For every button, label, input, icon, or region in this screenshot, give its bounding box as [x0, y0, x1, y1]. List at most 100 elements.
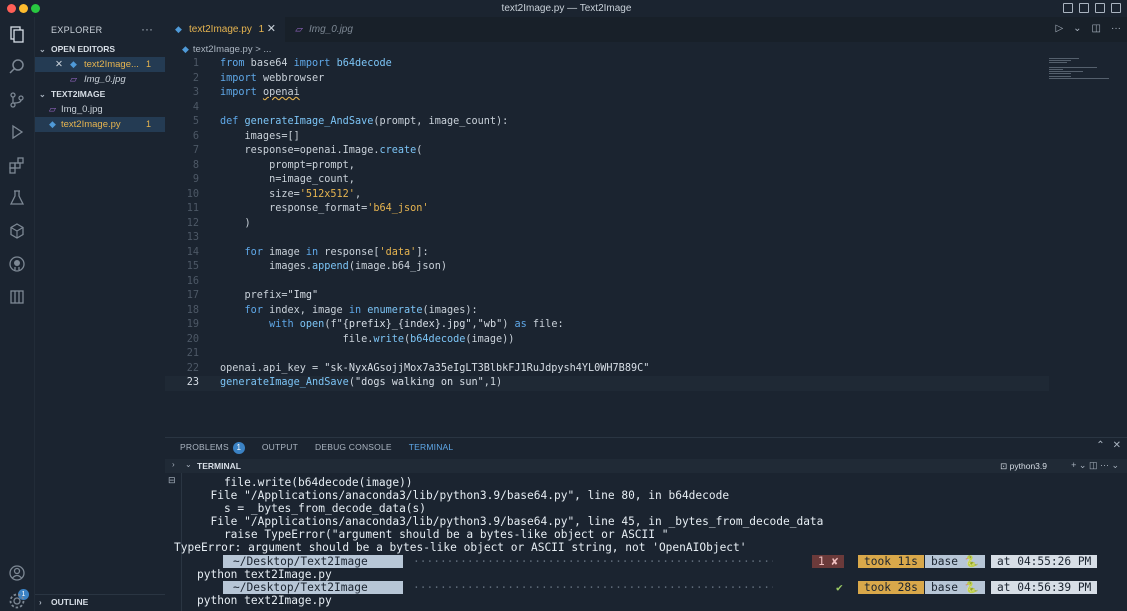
more-actions-icon[interactable]: ··· — [1111, 23, 1121, 34]
outline-section[interactable]: › OUTLINE — [35, 594, 165, 609]
python-file-icon: ◆ — [182, 44, 189, 54]
code-line: 2 import webbrowser — [192, 72, 325, 84]
terminal-shell-selector[interactable]: ⊡ python3.9 — [1000, 461, 1047, 472]
terminal-icon: ⊡ — [1000, 461, 1010, 471]
tab-problems[interactable]: PROBLEMS 1 — [180, 442, 245, 454]
extensions-icon[interactable] — [7, 156, 27, 176]
toggle-panel-icon[interactable] — [1079, 3, 1089, 13]
panel-controls: ⌃ ✕ — [1096, 440, 1121, 451]
remote-explorer-icon[interactable] — [7, 222, 27, 242]
problem-count: 1 — [145, 59, 151, 69]
customize-layout-icon[interactable] — [1111, 3, 1121, 13]
code-line: 9 n=image_count, — [192, 174, 355, 185]
containers-icon[interactable] — [7, 288, 27, 308]
layout-controls — [1063, 3, 1121, 13]
duration-badge: took 11s — [858, 554, 924, 568]
explorer-icon[interactable] — [7, 25, 27, 45]
file-label: Img_0.jpg — [61, 104, 103, 115]
settings-gear-icon[interactable] — [7, 592, 27, 611]
code-line: 11 response_format='b64_json' — [186, 203, 429, 214]
chevron-down-icon: ⌄ — [39, 90, 46, 99]
prompt-filler: ········································… — [413, 580, 773, 594]
run-debug-icon[interactable] — [7, 123, 27, 143]
window-title: text2Image.py — Text2Image — [501, 3, 632, 14]
terminal-label: TERMINAL — [197, 461, 241, 471]
terminal-output[interactable]: file.write(b64decode(image)) File "/Appl… — [174, 476, 1117, 607]
close-icon[interactable]: ✕ — [55, 57, 63, 72]
code-line: 12 ) — [186, 217, 251, 229]
problem-count: 1 — [145, 119, 151, 129]
image-file-icon: ▱ — [70, 74, 77, 84]
problems-badge: 1 — [232, 442, 245, 454]
close-panel-icon[interactable]: ✕ — [1113, 440, 1121, 451]
prompt-line: ~/Desktop/Text2Image ···················… — [223, 580, 1117, 594]
terminal-tab-icon[interactable]: ⊟ — [168, 475, 176, 486]
code-line: 15 images.append(image.b64_json) — [186, 261, 447, 272]
editor-area: ◆ text2Image.py 1 ✕ ▱ Img_0.jpg ▷ ⌄ ◫ ··… — [165, 17, 1127, 437]
terminal-line: s = _bytes_from_decode_data(s) — [197, 502, 427, 516]
panel-tabs: PROBLEMS 1 OUTPUT DEBUG CONSOLE TERMINAL — [180, 442, 453, 454]
prompt-line: ~/Desktop/Text2Image ···················… — [223, 554, 1117, 568]
maximize-panel-icon[interactable]: ⌃ — [1096, 440, 1104, 451]
exit-status-badge: ✔ — [836, 580, 843, 594]
code-line: 6 images=[] — [192, 130, 300, 142]
run-dropdown-icon[interactable]: ⌄ — [1073, 23, 1081, 34]
duration-badge: took 28s — [858, 580, 924, 594]
code-line: 17 prefix="Img" — [186, 290, 319, 301]
file-label: text2Image.py — [61, 119, 121, 130]
tab-img0-jpg[interactable]: ▱ Img_0.jpg — [285, 17, 390, 42]
open-editor-item-text2image[interactable]: ✕ ◆ text2Image... 1 — [35, 57, 165, 72]
split-editor-icon[interactable]: ◫ — [1092, 23, 1101, 34]
source-control-icon[interactable] — [7, 91, 27, 111]
exit-status-badge: 1 ✘ — [812, 554, 845, 568]
toggle-sidebar-icon[interactable] — [1063, 3, 1073, 13]
account-icon[interactable] — [7, 564, 27, 584]
search-icon[interactable] — [7, 58, 27, 78]
more-actions-icon[interactable]: ··· — [141, 22, 153, 36]
tab-label: text2Image.py — [189, 24, 252, 35]
tab-problem-count: 1 — [258, 24, 265, 35]
python-file-icon: ◆ — [70, 59, 77, 69]
toggle-secondary-sidebar-icon[interactable] — [1095, 3, 1105, 13]
terminal-tools[interactable]: + ⌄ ◫ ··· ⌄ — [1071, 460, 1119, 471]
code-line: 18 for index, image in enumerate(images)… — [186, 304, 478, 316]
github-icon[interactable] — [7, 255, 27, 275]
time-badge: at 04:55:26 PM — [991, 554, 1098, 568]
testing-icon[interactable] — [7, 189, 27, 209]
breadcrumb[interactable]: ◆ text2Image.py > ... — [182, 44, 271, 55]
open-editors-section[interactable]: ⌄ OPEN EDITORS — [35, 42, 165, 57]
sidebar-title: EXPLORER — [51, 25, 103, 35]
run-python-file-icon[interactable]: ▷ — [1055, 23, 1063, 34]
tab-terminal[interactable]: TERMINAL — [409, 442, 454, 454]
file-item-img0[interactable]: ▱ Img_0.jpg — [35, 102, 165, 117]
code-view[interactable]: 1 from base64 import b64decode 2 import we… — [165, 57, 1127, 391]
code-line: 5 def generateImage_AndSave(prompt, image… — [192, 116, 509, 127]
chevron-down-icon: ⌄ — [39, 45, 46, 54]
code-line: 3 import openai — [192, 87, 300, 98]
editor-actions: ▷ ⌄ ◫ ··· — [1055, 23, 1121, 34]
terminal-line: raise TypeError("argument should be a by… — [197, 528, 669, 542]
activity-bar: 1 — [0, 17, 35, 611]
terminal-line: File "/Applications/anaconda3/lib/python… — [197, 489, 730, 503]
code-line: 1 from base64 import b64decode — [192, 58, 392, 69]
code-line: 4 — [192, 101, 199, 113]
image-file-icon: ▱ — [49, 104, 56, 114]
open-editor-label: text2Image... — [84, 59, 139, 70]
tab-text2image-py[interactable]: ◆ text2Image.py 1 ✕ — [165, 17, 285, 42]
close-tab-icon[interactable]: ✕ — [267, 17, 276, 42]
code-line: 22 openai.api_key = "sk-NyxAGsojjMox7a35e… — [186, 362, 650, 374]
terminal-line: TypeError: argument should be a bytes-li… — [174, 541, 747, 555]
file-item-text2image[interactable]: ◆ text2Image.py 1 — [35, 117, 165, 132]
project-section[interactable]: ⌄ TEXT2IMAGE — [35, 87, 165, 102]
open-editor-item-img0[interactable]: ▱ Img_0.jpg — [35, 72, 165, 87]
chevron-down-icon[interactable]: ⌄ — [185, 460, 192, 469]
chevron-right-icon: › — [39, 598, 42, 607]
code-line: 21 — [186, 348, 199, 359]
tab-output[interactable]: OUTPUT — [262, 442, 298, 454]
minimap[interactable] — [1049, 58, 1119, 86]
tab-debug-console[interactable]: DEBUG CONSOLE — [315, 442, 392, 454]
python-file-icon: ◆ — [49, 119, 56, 129]
code-line: 20 file.write(b64decode(image)) — [186, 333, 515, 345]
explorer-sidebar: EXPLORER ··· ⌄ OPEN EDITORS ✕ ◆ text2Ima… — [35, 17, 165, 611]
chevron-right-icon[interactable]: › — [172, 460, 175, 469]
